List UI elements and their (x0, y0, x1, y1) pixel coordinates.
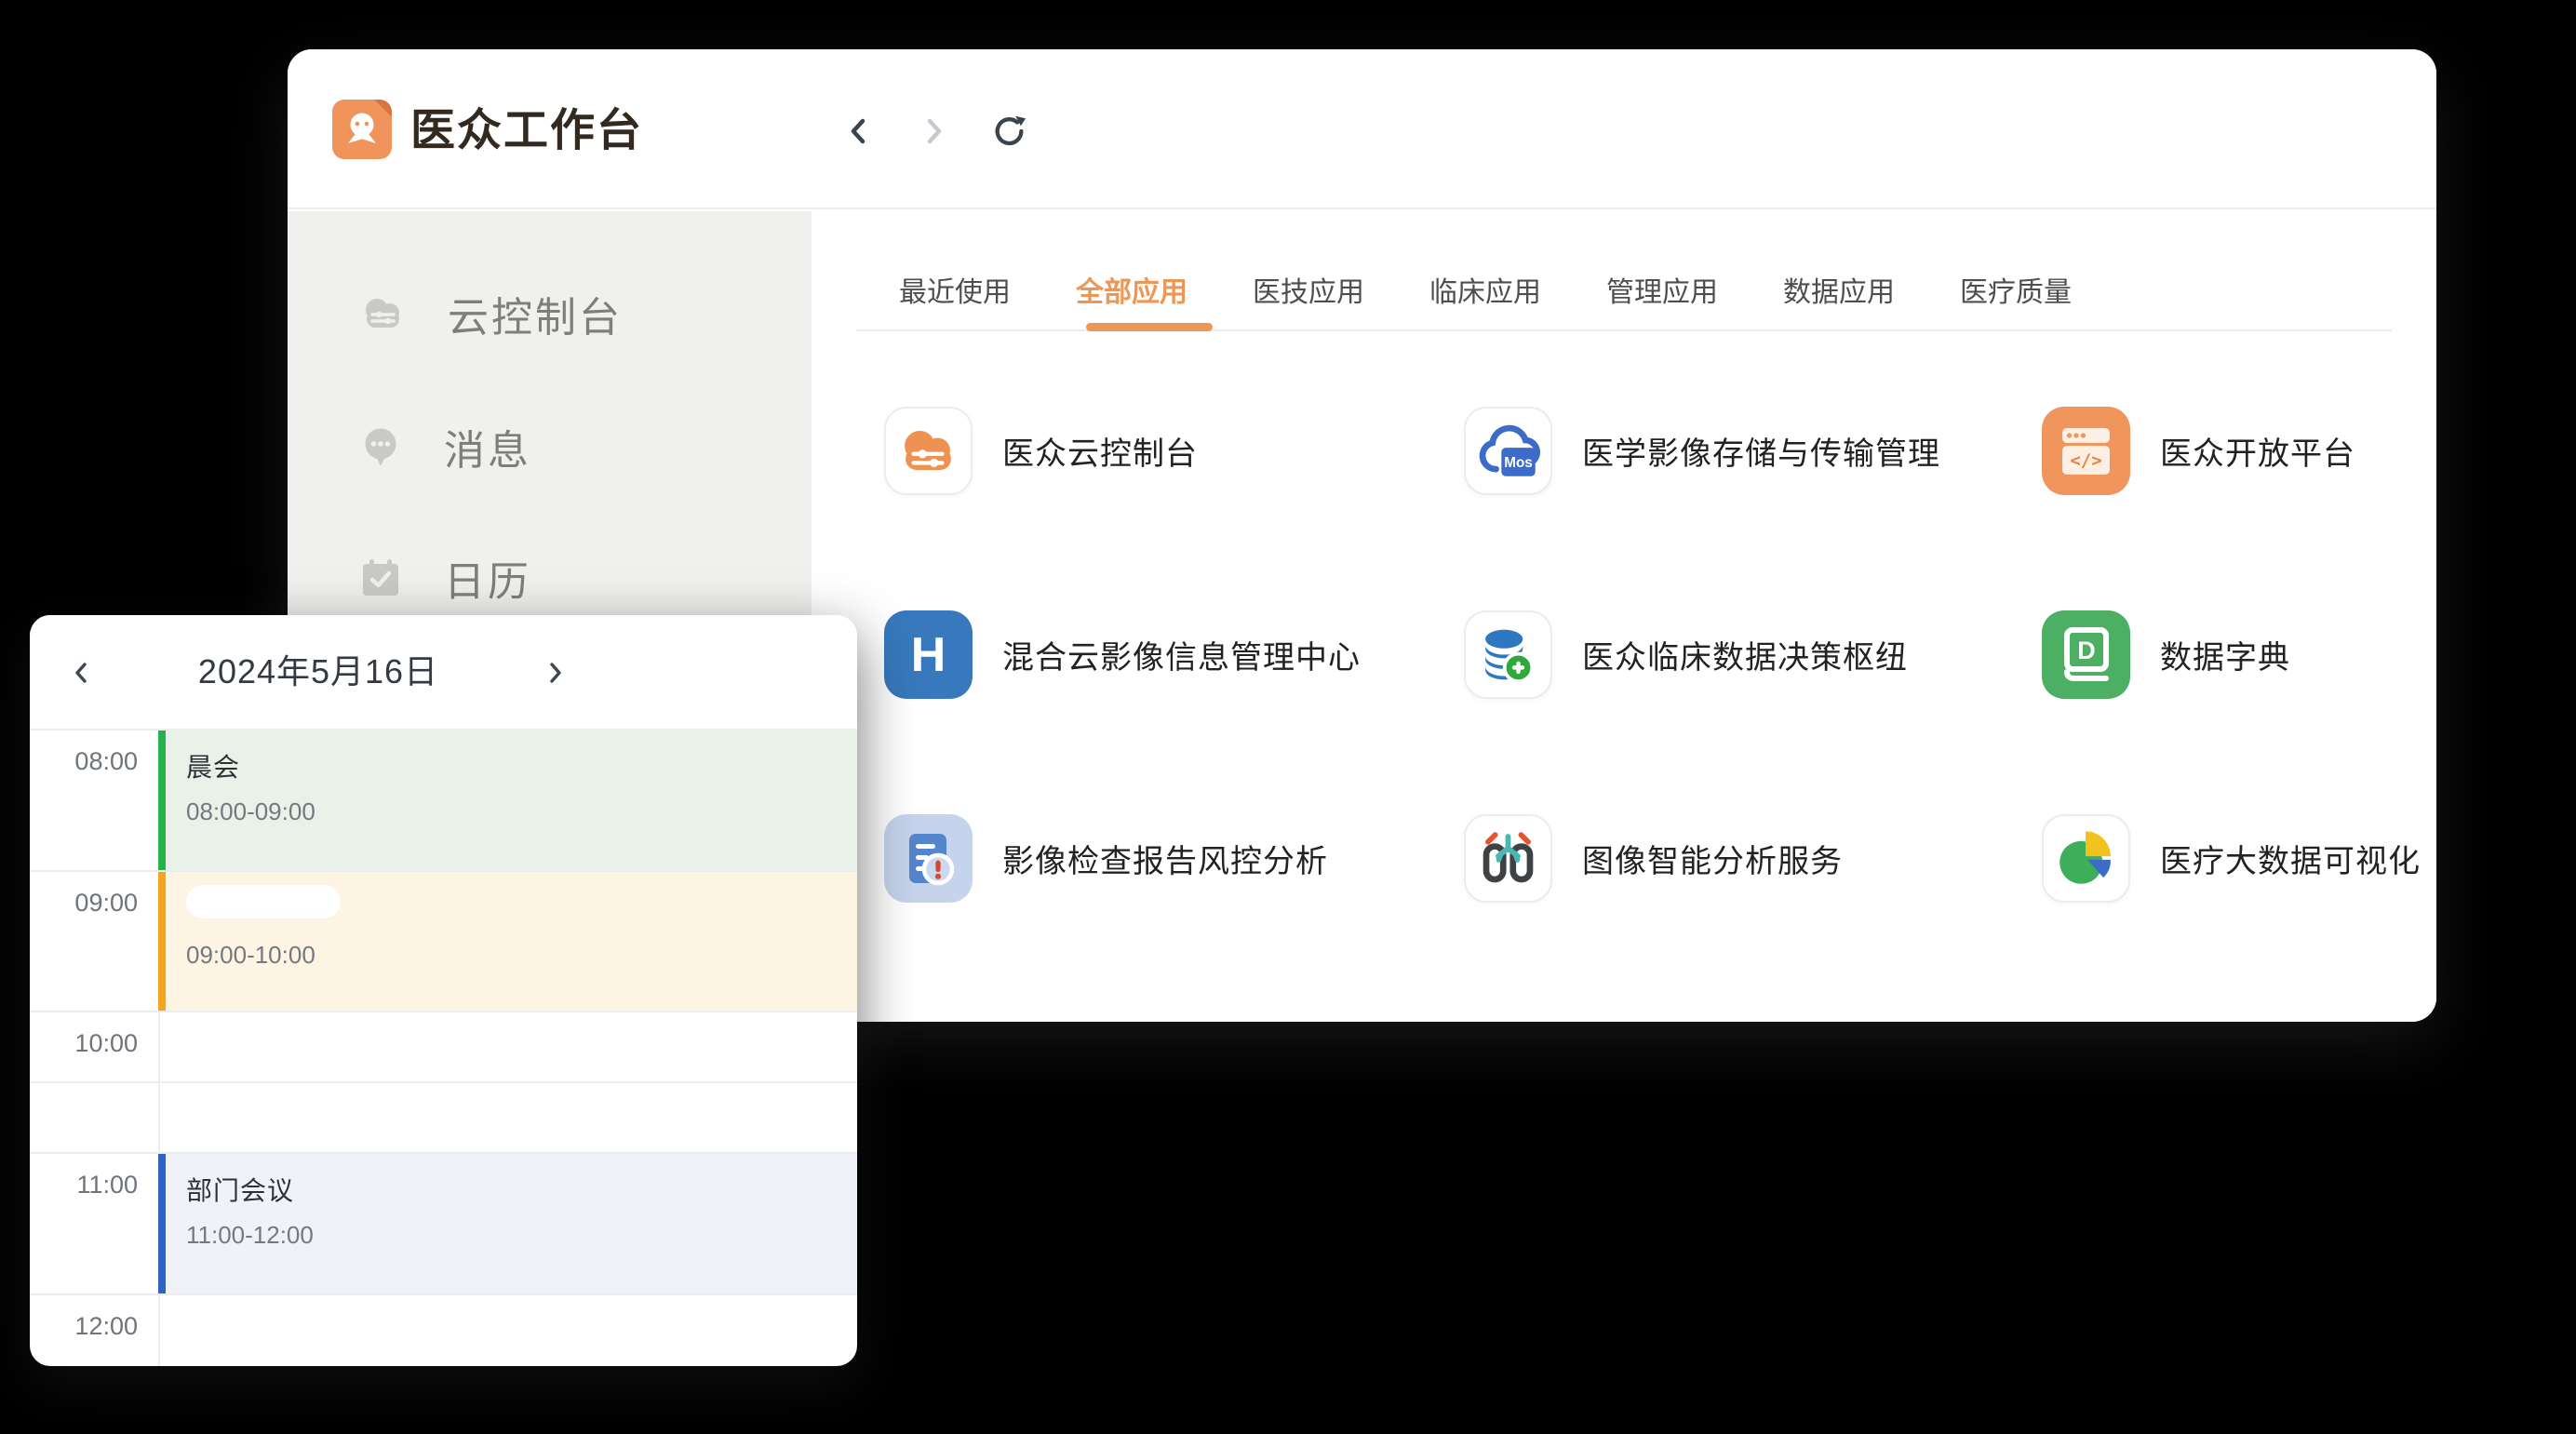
tab-bar: 最近使用 全部应用 医技应用 临床应用 管理应用 数据应用 医疗质量 (899, 276, 2072, 310)
active-tab-underline (1086, 323, 1213, 331)
calendar-date-title: 2024年5月16日 (123, 615, 514, 729)
pie-chart-icon (2042, 814, 2130, 903)
badge-text: Mos (1504, 455, 1533, 471)
app-report-risk-analysis[interactable]: 影像检查报告风控分析 (884, 814, 1328, 903)
event-time: 08:00-09:00 (186, 797, 857, 826)
h-glyph: H (911, 627, 946, 683)
tab-all-apps[interactable]: 全部应用 (1076, 276, 1187, 310)
app-label: 医疗大数据可视化 (2160, 836, 2421, 881)
event-accent-bar (158, 1154, 166, 1293)
message-bubble-icon (358, 424, 403, 469)
app-label: 混合云影像信息管理中心 (1002, 632, 1361, 677)
app-label: 医众云控制台 (1002, 428, 1198, 474)
window-title: 医众工作台 (410, 101, 643, 161)
app-cloud-console[interactable]: 医众云控制台 (884, 407, 1198, 495)
calendar-event-morning-meeting[interactable]: 晨会 08:00-09:00 (158, 730, 857, 870)
app-hybrid-cloud-center[interactable]: H 混合云影像信息管理中心 (884, 610, 1361, 699)
forward-button[interactable] (915, 113, 952, 150)
app-logo (332, 100, 392, 159)
refresh-icon (991, 112, 1028, 151)
time-label: 11:00 (30, 1171, 138, 1199)
calendar-header: 2024年5月16日 (30, 615, 857, 729)
calendar-prev-button[interactable] (65, 656, 99, 690)
lungs-analysis-icon (1464, 814, 1552, 903)
app-label: 医众开放平台 (2160, 428, 2355, 474)
back-button[interactable] (840, 113, 878, 150)
event-time: 09:00-10:00 (186, 941, 857, 970)
event-time: 11:00-12:00 (186, 1221, 857, 1250)
app-label: 医学影像存储与传输管理 (1582, 428, 1940, 474)
calendar-next-button[interactable] (538, 656, 571, 690)
app-label: 数据字典 (2160, 632, 2290, 677)
open-platform-code-icon: </> (2042, 407, 2130, 495)
app-clinical-data-hub[interactable]: 医众临床数据决策枢纽 (1464, 610, 1908, 699)
app-label: 医众临床数据决策枢纽 (1582, 632, 1908, 677)
sidebar-item-messages[interactable]: 消息 (288, 402, 812, 491)
event-title: 部门会议 (186, 1171, 857, 1208)
mascot-icon (332, 100, 392, 159)
grid-line (30, 1293, 857, 1295)
sidebar-item-cloud-console[interactable]: 云控制台 (288, 269, 812, 358)
tab-management-apps[interactable]: 管理应用 (1606, 276, 1718, 310)
redacted-event-title (186, 885, 341, 918)
hybrid-cloud-icon: H (884, 610, 973, 699)
data-dictionary-book-icon: D (2042, 610, 2130, 699)
app-data-dictionary[interactable]: D 数据字典 (2042, 610, 2290, 699)
app-label: 影像检查报告风控分析 (1002, 836, 1328, 881)
app-label: 图像智能分析服务 (1582, 836, 1843, 881)
calendar-check-icon (358, 556, 403, 600)
sidebar-item-label: 消息 (444, 417, 531, 476)
d-glyph: D (2077, 637, 2096, 664)
content-area: 最近使用 全部应用 医技应用 临床应用 管理应用 数据应用 医疗质量 (812, 211, 2436, 1022)
time-label: 09:00 (30, 889, 138, 918)
tab-clinical-apps[interactable]: 临床应用 (1429, 276, 1541, 310)
tab-quality[interactable]: 医疗质量 (1960, 276, 2072, 310)
cloud-storage-icon: Mos (1464, 407, 1552, 495)
calendar-day-grid: 08:00 09:00 10:00 11:00 12:00 晨会 08:00-0… (30, 729, 857, 1366)
time-label: 10:00 (30, 1029, 138, 1058)
grid-line (30, 1011, 857, 1012)
refresh-button[interactable] (991, 113, 1028, 150)
sidebar-item-label: 云控制台 (448, 284, 623, 343)
tab-recent[interactable]: 最近使用 (899, 276, 1011, 310)
app-image-storage[interactable]: Mos 医学影像存储与传输管理 (1464, 407, 1940, 495)
cloud-sliders-icon (884, 407, 973, 495)
time-label: 12:00 (30, 1312, 138, 1341)
event-title: 晨会 (186, 747, 857, 784)
app-image-ai-analysis[interactable]: 图像智能分析服务 (1464, 814, 1843, 903)
grid-line (30, 1081, 857, 1083)
time-label: 08:00 (30, 747, 138, 776)
calendar-event-department-meeting[interactable]: 部门会议 11:00-12:00 (158, 1154, 857, 1293)
window-header: 医众工作台 (288, 49, 2436, 209)
report-risk-icon (884, 814, 973, 903)
app-bigdata-visualization[interactable]: 医疗大数据可视化 (2042, 814, 2421, 903)
calendar-event-redacted[interactable]: 09:00-10:00 (158, 872, 857, 1011)
chevron-right-icon (541, 659, 569, 687)
calendar-panel: 2024年5月16日 08:00 09:00 10:00 11:00 12:00… (30, 615, 857, 1366)
chevron-right-icon (916, 114, 951, 149)
tab-medtech-apps[interactable]: 医技应用 (1253, 276, 1364, 310)
sidebar-item-label: 日历 (444, 548, 531, 608)
cloud-settings-icon (358, 293, 407, 334)
event-accent-bar (158, 872, 166, 1011)
clinical-database-icon (1464, 610, 1552, 699)
sidebar-item-calendar[interactable]: 日历 (288, 533, 812, 623)
chevron-left-icon (841, 114, 877, 149)
event-accent-bar (158, 730, 166, 870)
app-open-platform[interactable]: </> 医众开放平台 (2042, 407, 2355, 495)
code-glyph: </> (2070, 450, 2101, 471)
tab-data-apps[interactable]: 数据应用 (1783, 276, 1895, 310)
chevron-left-icon (68, 659, 96, 687)
